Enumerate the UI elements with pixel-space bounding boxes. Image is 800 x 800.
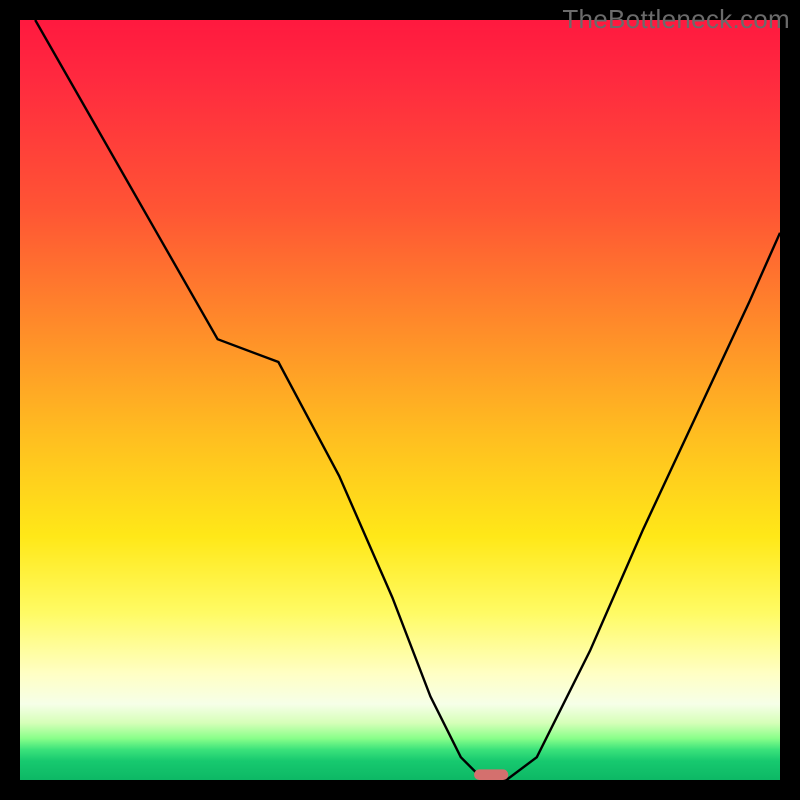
chart-frame: TheBottleneck.com xyxy=(0,0,800,800)
curve-svg xyxy=(20,20,780,780)
plot-area xyxy=(20,20,780,780)
bottleneck-curve-path xyxy=(35,20,780,780)
optimal-marker xyxy=(474,769,508,780)
watermark-text: TheBottleneck.com xyxy=(562,4,790,35)
